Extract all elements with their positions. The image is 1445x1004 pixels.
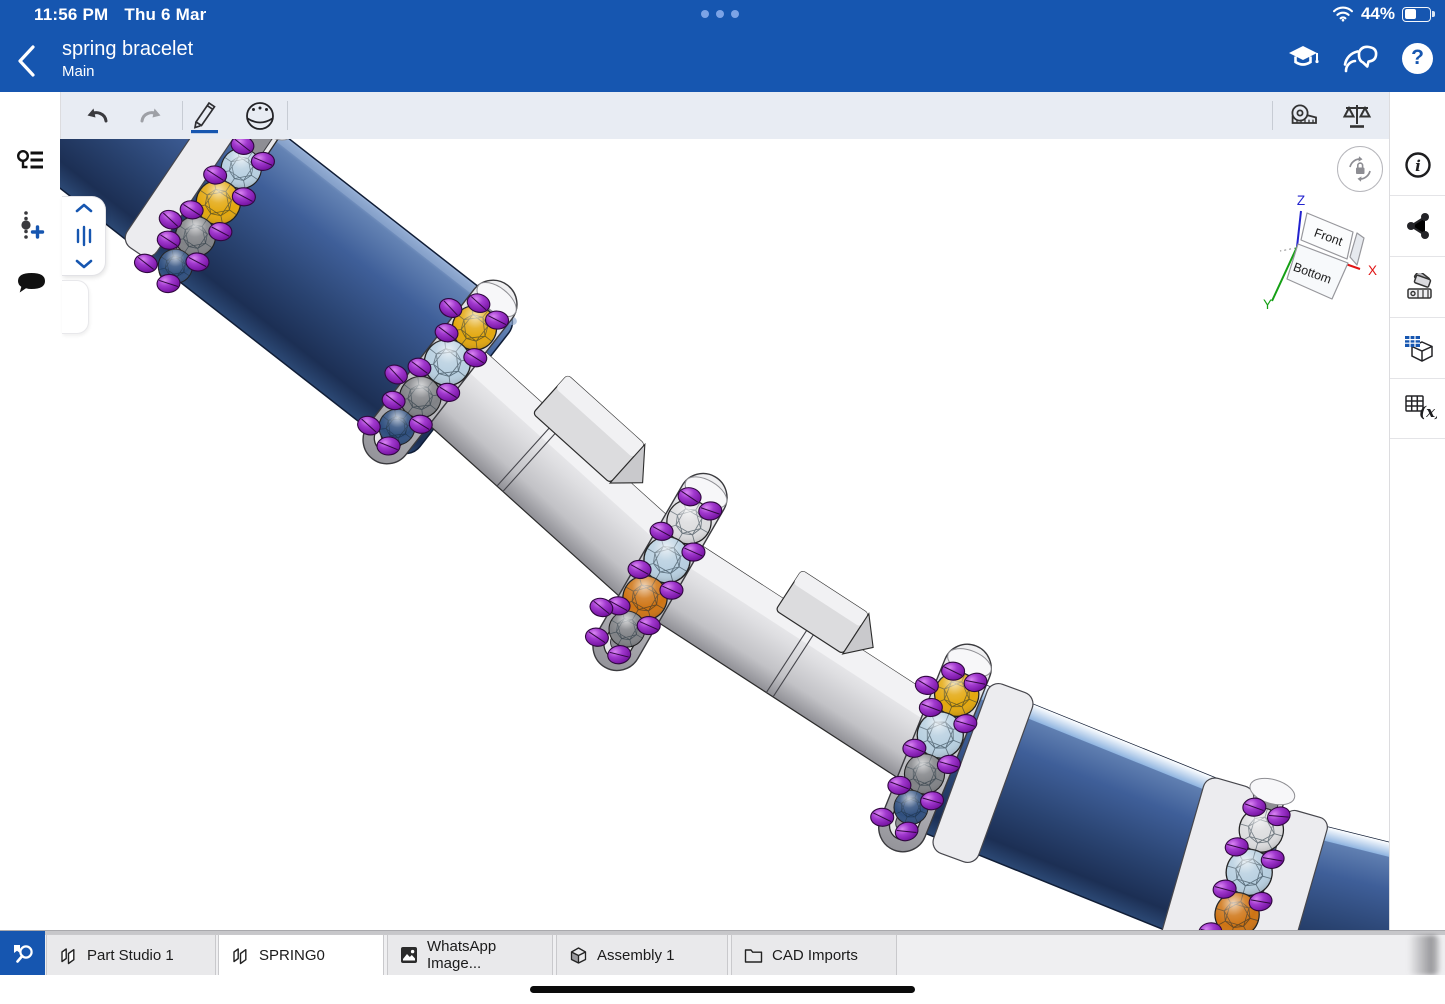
tab-label: CAD Imports xyxy=(772,947,858,964)
axis-y-label: Y xyxy=(1263,297,1272,312)
redo-icon[interactable] xyxy=(134,100,168,132)
document-tab-bar: Part Studio 1 SPRING0 WhatsApp Image... xyxy=(0,930,1445,976)
back-chevron-icon[interactable] xyxy=(16,44,38,78)
rollback-handle-tail xyxy=(62,280,89,334)
folder-icon xyxy=(744,947,763,964)
assembly-icon xyxy=(569,946,588,965)
info-glyph: i xyxy=(1415,157,1421,175)
variables-icon[interactable]: (x) xyxy=(1403,393,1433,423)
tab-whatsapp-image[interactable]: WhatsApp Image... xyxy=(387,934,553,976)
bracelet-3d-model[interactable]: Front Bottom Z X Y xyxy=(60,139,1389,930)
onshape-ipad-screen: 11:56 PM Thu 6 Mar 44% spring bracelet Ma… xyxy=(0,0,1445,1004)
status-time-date: 11:56 PM Thu 6 Mar xyxy=(34,5,206,25)
rollback-handle[interactable] xyxy=(62,196,106,276)
image-icon xyxy=(400,946,418,964)
home-indicator[interactable] xyxy=(530,986,915,993)
right-panel: i xyxy=(1389,92,1445,930)
tab-manager-icon[interactable] xyxy=(0,931,45,976)
tab-label: Assembly 1 xyxy=(597,947,675,964)
tab-spring0[interactable]: SPRING0 xyxy=(218,934,384,976)
tab-cad-imports[interactable]: CAD Imports xyxy=(731,934,897,976)
configurations-icon[interactable] xyxy=(1403,334,1433,364)
axis-z-label: Z xyxy=(1297,193,1305,208)
status-date: Thu 6 Mar xyxy=(124,5,206,24)
left-sidebar xyxy=(0,92,61,930)
part-studio-icon xyxy=(59,946,78,965)
mass-properties-icon[interactable] xyxy=(1340,100,1374,132)
info-icon[interactable]: i xyxy=(1403,150,1433,180)
follow-mode-icon[interactable] xyxy=(1342,42,1380,74)
measure-icon[interactable] xyxy=(1286,100,1320,132)
tab-part-studio-1[interactable]: Part Studio 1 xyxy=(46,934,216,976)
variables-glyph: (x) xyxy=(1419,403,1437,421)
view-cube[interactable]: Front Bottom Z X Y xyxy=(1263,193,1377,312)
status-time: 11:56 PM xyxy=(34,5,108,24)
rollback-slider-icon[interactable] xyxy=(74,225,94,247)
help-glyph: ? xyxy=(1411,46,1424,70)
document-title: spring bracelet xyxy=(62,37,193,61)
rotation-lock-icon[interactable] xyxy=(1337,146,1383,192)
axis-x-label: X xyxy=(1368,263,1377,278)
undo-icon[interactable] xyxy=(80,100,114,132)
tab-scroll-indicator[interactable] xyxy=(1408,935,1440,975)
tab-label: SPRING0 xyxy=(259,947,325,964)
part-studio-icon xyxy=(231,946,250,965)
battery-percent: 44% xyxy=(1361,4,1395,24)
chevron-down-icon[interactable] xyxy=(75,259,93,269)
sketch-pencil-icon[interactable] xyxy=(187,100,221,132)
graphics-area[interactable]: Front Bottom Z X Y xyxy=(60,139,1389,930)
workspace-name: Main xyxy=(62,63,95,80)
tab-assembly-1[interactable]: Assembly 1 xyxy=(556,934,728,976)
feature-list-icon[interactable] xyxy=(15,148,45,178)
appearance-icon[interactable] xyxy=(1403,273,1433,303)
home-area xyxy=(0,975,1445,1004)
sphere-tool-icon[interactable] xyxy=(243,100,277,132)
document-toolbar xyxy=(60,92,1389,140)
tab-label: WhatsApp Image... xyxy=(427,938,552,972)
share-icon[interactable] xyxy=(1403,211,1433,241)
chevron-up-icon[interactable] xyxy=(75,203,93,213)
help-icon[interactable]: ? xyxy=(1402,43,1433,74)
comment-icon[interactable] xyxy=(15,270,45,300)
ios-status-bar: 11:56 PM Thu 6 Mar 44% xyxy=(0,0,1445,30)
multitask-dots xyxy=(701,10,739,18)
wifi-icon xyxy=(1332,6,1354,22)
app-header: spring bracelet Main ? xyxy=(0,30,1445,92)
battery-icon xyxy=(1402,7,1431,22)
add-feature-icon[interactable] xyxy=(15,210,45,240)
learning-center-icon[interactable] xyxy=(1286,43,1320,73)
tab-label: Part Studio 1 xyxy=(87,947,174,964)
